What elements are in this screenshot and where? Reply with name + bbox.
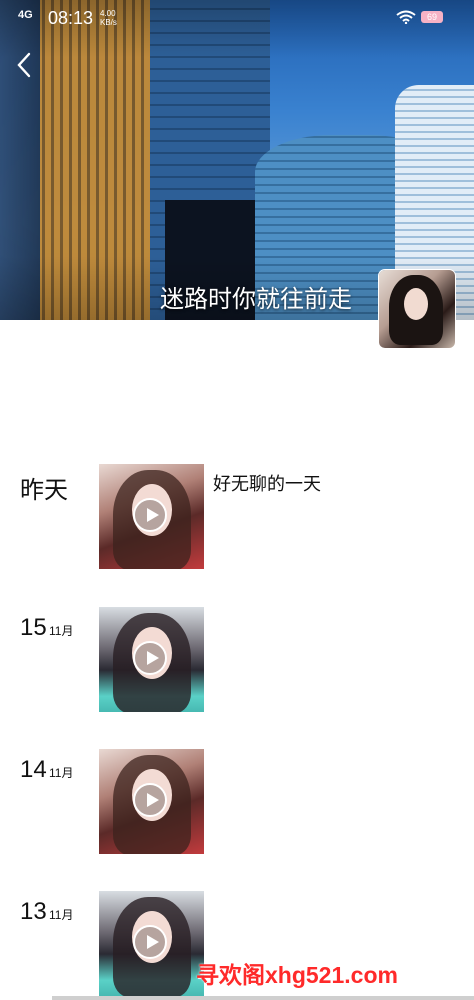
bottom-edge [52,996,474,1000]
battery-indicator: 69 [421,11,443,23]
video-thumbnail[interactable] [99,891,204,996]
play-icon[interactable] [133,783,167,817]
wifi-icon [396,10,416,24]
entry-month: 11月 [49,908,74,922]
entry-month: 11月 [49,766,74,780]
back-chevron-left-icon[interactable] [12,50,36,80]
video-thumbnail[interactable] [99,607,204,712]
avatar[interactable] [379,270,455,348]
play-icon[interactable] [133,498,167,532]
entry-day: 14 [20,756,47,783]
network-speed: 4.00 KB/s [100,9,117,27]
entry-day: 13 [20,898,47,925]
clock: 08:13 [48,8,94,28]
watermark: 寻欢阁xhg521.com [196,962,398,988]
play-icon[interactable] [133,641,167,675]
entry-caption[interactable]: 好无聊的一天 [213,470,321,496]
entry-month: 11月 [49,624,74,638]
video-thumbnail[interactable] [99,749,204,854]
cover-title: 迷路时你就往前走 [160,286,352,313]
entry-date-label: 昨天 [20,477,68,504]
signal-icon: 4G [18,9,33,21]
video-thumbnail[interactable] [99,464,204,569]
status-bar: 4G 08:13 4.00 KB/s 69 [0,0,474,36]
play-icon[interactable] [133,925,167,959]
entry-day: 15 [20,614,47,641]
